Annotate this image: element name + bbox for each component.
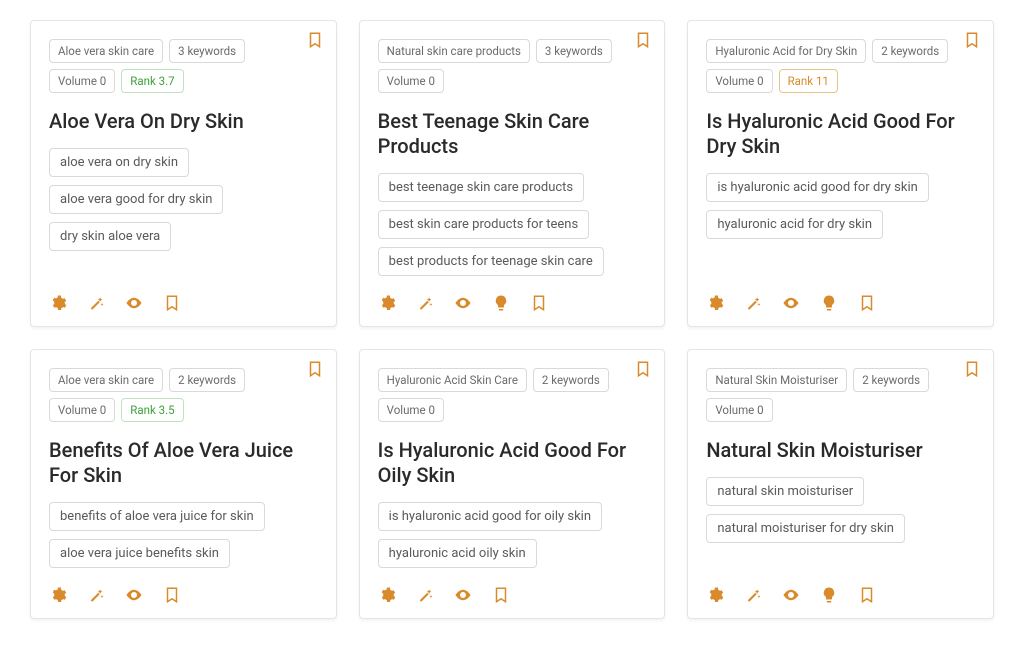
eye-button[interactable]	[782, 586, 800, 604]
eye-button[interactable]	[125, 294, 143, 312]
keyword-card: Hyaluronic Acid Skin Care2 keywords Volum…	[359, 349, 666, 619]
meta-pill: Volume 0	[706, 69, 772, 93]
gear-button[interactable]	[378, 586, 396, 604]
meta-pill: Natural Skin Moisturiser	[706, 368, 847, 392]
gear-button[interactable]	[706, 294, 724, 312]
keyword-chip[interactable]: dry skin aloe vera	[49, 222, 171, 251]
eye-button[interactable]	[782, 294, 800, 312]
card-actions	[378, 294, 647, 312]
wand-button[interactable]	[416, 294, 434, 312]
meta-row: Aloe vera skin care3 keywords Volume 0Ran…	[49, 39, 318, 93]
keyword-chip[interactable]: best products for teenage skin care	[378, 247, 604, 276]
card-actions	[706, 294, 975, 312]
keyword-card: Hyaluronic Acid for Dry Skin2 keywords Vo…	[687, 20, 994, 327]
keyword-card: Aloe vera skin care3 keywords Volume 0Ran…	[30, 20, 337, 327]
card-actions	[49, 294, 318, 312]
keyword-chip[interactable]: benefits of aloe vera juice for skin	[49, 502, 265, 531]
keyword-card: Natural skin care products3 keywords Volu…	[359, 20, 666, 327]
keyword-chip[interactable]: hyaluronic acid for dry skin	[706, 210, 883, 239]
wand-button[interactable]	[87, 586, 105, 604]
bookmark-button[interactable]	[163, 294, 181, 312]
gear-button[interactable]	[378, 294, 396, 312]
eye-button[interactable]	[125, 586, 143, 604]
bookmark-button[interactable]	[492, 586, 510, 604]
meta-row: Natural Skin Moisturiser2 keywords Volume…	[706, 368, 975, 422]
rank-pill: Rank 3.5	[121, 398, 183, 422]
meta-pill: Volume 0	[49, 398, 115, 422]
card-title: Aloe Vera On Dry Skin	[49, 109, 318, 134]
keyword-chip[interactable]: is hyaluronic acid good for oily skin	[378, 502, 602, 531]
meta-row: Natural skin care products3 keywords Volu…	[378, 39, 647, 93]
card-actions	[378, 586, 647, 604]
wand-button[interactable]	[87, 294, 105, 312]
card-title: Benefits Of Aloe Vera Juice For Skin	[49, 438, 318, 488]
meta-pill: 2 keywords	[853, 368, 929, 392]
meta-row: Hyaluronic Acid for Dry Skin2 keywords Vo…	[706, 39, 975, 93]
keyword-chip[interactable]: best skin care products for teens	[378, 210, 590, 239]
bookmark-button[interactable]	[858, 294, 876, 312]
keyword-chip[interactable]: hyaluronic acid oily skin	[378, 539, 537, 568]
meta-pill: 3 keywords	[169, 39, 245, 63]
bookmark-toggle[interactable]	[306, 31, 324, 49]
keyword-list: natural skin moisturiser natural moisturi…	[706, 477, 975, 543]
card-title: Natural Skin Moisturiser	[706, 438, 975, 463]
keyword-chip[interactable]: natural moisturiser for dry skin	[706, 514, 905, 543]
keyword-chip[interactable]: natural skin moisturiser	[706, 477, 864, 506]
meta-pill: Volume 0	[706, 398, 772, 422]
meta-row: Aloe vera skin care2 keywords Volume 0Ran…	[49, 368, 318, 422]
bookmark-toggle[interactable]	[963, 360, 981, 378]
gear-button[interactable]	[49, 294, 67, 312]
keyword-card: Aloe vera skin care2 keywords Volume 0Ran…	[30, 349, 337, 619]
meta-pill: 3 keywords	[536, 39, 612, 63]
meta-pill: 2 keywords	[872, 39, 948, 63]
wand-button[interactable]	[744, 294, 762, 312]
bulb-button[interactable]	[820, 586, 838, 604]
rank-pill: Rank 11	[779, 69, 838, 93]
meta-pill: Volume 0	[378, 398, 444, 422]
meta-pill: 2 keywords	[169, 368, 245, 392]
keyword-chip[interactable]: aloe vera good for dry skin	[49, 185, 223, 214]
card-actions	[49, 586, 318, 604]
keyword-list: is hyaluronic acid good for oily skin hya…	[378, 502, 647, 568]
gear-button[interactable]	[706, 586, 724, 604]
keyword-chip[interactable]: aloe vera on dry skin	[49, 148, 189, 177]
meta-pill: Hyaluronic Acid Skin Care	[378, 368, 527, 392]
bookmark-toggle[interactable]	[634, 31, 652, 49]
eye-button[interactable]	[454, 586, 472, 604]
bulb-button[interactable]	[820, 294, 838, 312]
keyword-list: best teenage skin care products best skin…	[378, 173, 647, 276]
bookmark-toggle[interactable]	[634, 360, 652, 378]
meta-pill: Aloe vera skin care	[49, 368, 163, 392]
eye-button[interactable]	[454, 294, 472, 312]
meta-pill: Volume 0	[378, 69, 444, 93]
card-title: Is Hyaluronic Acid Good For Oily Skin	[378, 438, 647, 488]
bookmark-toggle[interactable]	[963, 31, 981, 49]
bookmark-button[interactable]	[163, 586, 181, 604]
meta-pill: Volume 0	[49, 69, 115, 93]
bookmark-toggle[interactable]	[306, 360, 324, 378]
keyword-list: is hyaluronic acid good for dry skin hyal…	[706, 173, 975, 239]
rank-pill: Rank 3.7	[121, 69, 183, 93]
meta-pill: Hyaluronic Acid for Dry Skin	[706, 39, 866, 63]
keyword-chip[interactable]: is hyaluronic acid good for dry skin	[706, 173, 928, 202]
keyword-chip[interactable]: aloe vera juice benefits skin	[49, 539, 230, 568]
keyword-chip[interactable]: best teenage skin care products	[378, 173, 585, 202]
bookmark-button[interactable]	[858, 586, 876, 604]
meta-pill: Natural skin care products	[378, 39, 530, 63]
keyword-list: benefits of aloe vera juice for skin aloe…	[49, 502, 318, 568]
wand-button[interactable]	[416, 586, 434, 604]
wand-button[interactable]	[744, 586, 762, 604]
meta-pill: 2 keywords	[533, 368, 609, 392]
gear-button[interactable]	[49, 586, 67, 604]
card-title: Best Teenage Skin Care Products	[378, 109, 647, 159]
card-title: Is Hyaluronic Acid Good For Dry Skin	[706, 109, 975, 159]
meta-pill: Aloe vera skin care	[49, 39, 163, 63]
keyword-list: aloe vera on dry skin aloe vera good for …	[49, 148, 318, 251]
keyword-card: Natural Skin Moisturiser2 keywordsVolume…	[687, 349, 994, 619]
bulb-button[interactable]	[492, 294, 510, 312]
meta-row: Hyaluronic Acid Skin Care2 keywords Volum…	[378, 368, 647, 422]
bookmark-button[interactable]	[530, 294, 548, 312]
card-actions	[706, 586, 975, 604]
